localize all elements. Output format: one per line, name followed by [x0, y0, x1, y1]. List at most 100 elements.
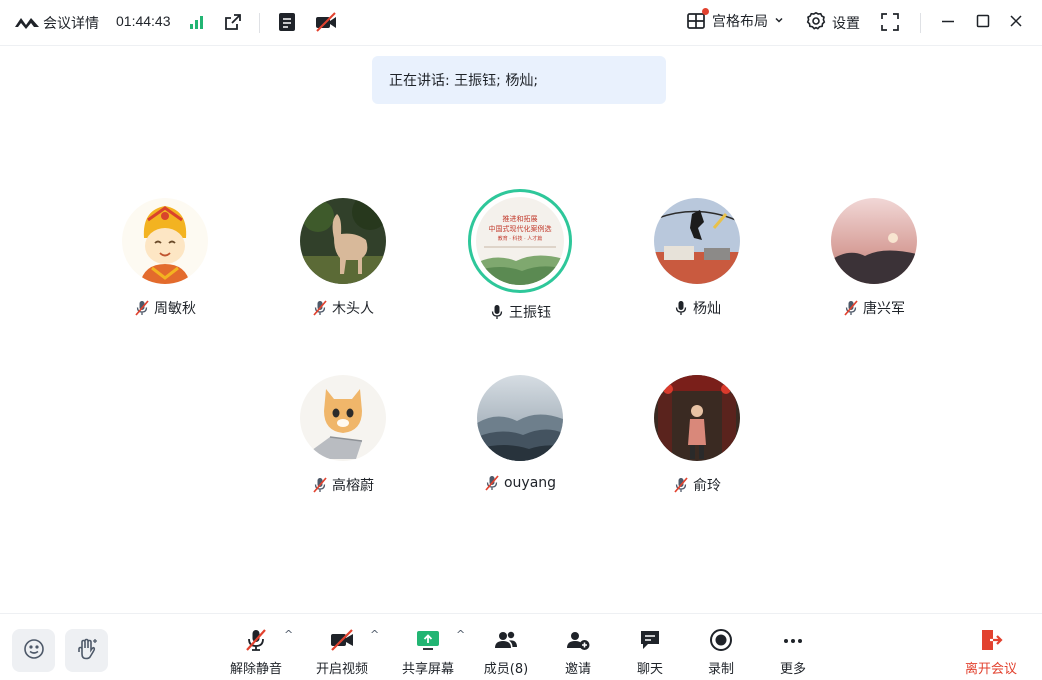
- members-icon: [493, 628, 519, 652]
- mic-muted-icon: [134, 300, 150, 316]
- participant-name: 周敏秋: [154, 301, 196, 317]
- notes-icon[interactable]: [278, 12, 296, 32]
- record-button[interactable]: 录制: [686, 628, 756, 677]
- share-screen-icon: [415, 628, 441, 652]
- participant-tile[interactable]: 俞玲: [617, 375, 777, 495]
- active-speakers-banner: 正在讲话: 王振钰; 杨灿;: [372, 56, 666, 104]
- share-options-caret-icon[interactable]: ^: [456, 628, 465, 641]
- mic-muted-icon: [484, 475, 500, 491]
- more-dots-icon: [781, 628, 805, 652]
- avatar-speaking: 推进和拓展 中国式现代化案例选 教育 · 科技 · 人才篇: [468, 189, 572, 293]
- participant-name: 俞玲: [693, 478, 721, 494]
- participant-name-row: 杨灿: [617, 298, 777, 318]
- invite-label: 邀请: [564, 662, 591, 677]
- participant-tile[interactable]: ouyang: [440, 375, 600, 491]
- mic-muted-icon: [312, 300, 328, 316]
- meeting-details-link[interactable]: 会议详情: [43, 13, 99, 33]
- avatar: [300, 198, 386, 284]
- record-label: 录制: [707, 662, 734, 677]
- mic-muted-icon: [843, 300, 859, 316]
- share-screen-button[interactable]: 共享屏幕: [393, 628, 463, 677]
- record-icon: [709, 628, 733, 652]
- meeting-timer: 01:44:43: [116, 13, 171, 29]
- share-screen-label: 共享屏幕: [401, 662, 454, 677]
- mic-muted-icon: [673, 477, 689, 493]
- chevron-down-icon: [774, 13, 784, 29]
- mic-muted-icon: [244, 628, 268, 652]
- app-logo-icon: [14, 12, 40, 32]
- mic-on-icon: [673, 300, 689, 316]
- raise-hand-icon: [75, 637, 99, 665]
- reaction-button[interactable]: [12, 629, 55, 672]
- poster-line-2: 中国式现代化案例选: [489, 224, 552, 233]
- leave-meeting-label: 离开会议: [964, 662, 1017, 677]
- participant-name: 高榕蔚: [332, 478, 374, 494]
- chat-label: 聊天: [636, 662, 663, 677]
- start-video-label: 开启视频: [315, 662, 368, 677]
- participant-tile[interactable]: 杨灿: [617, 198, 777, 318]
- members-label: 成员(8): [483, 662, 529, 677]
- maximize-icon[interactable]: [975, 13, 991, 29]
- fullscreen-icon[interactable]: [880, 12, 900, 32]
- poster-line-3: 教育 · 科技 · 人才篇: [498, 235, 543, 242]
- network-signal-icon[interactable]: [189, 14, 205, 30]
- camera-off-icon[interactable]: [314, 11, 338, 33]
- avatar: [654, 375, 740, 461]
- toolbar-divider: [259, 13, 260, 33]
- avatar: [654, 198, 740, 284]
- participant-name: 杨灿: [693, 301, 721, 317]
- unmute-label: 解除静音: [229, 662, 282, 677]
- grid-layout-label: 宫格布局: [712, 14, 768, 30]
- camera-off-icon: [329, 628, 355, 652]
- participant-name: ouyang: [503, 475, 557, 491]
- external-open-icon[interactable]: [223, 12, 243, 32]
- chat-icon: [638, 628, 662, 652]
- more-button[interactable]: 更多: [758, 628, 828, 677]
- settings-button[interactable]: 设置: [806, 11, 860, 35]
- participant-name-row: ouyang: [440, 475, 600, 491]
- participant-name: 王振钰: [509, 305, 551, 321]
- title-bar: 会议详情 01:44:43 宫格布局 设置: [0, 0, 1042, 46]
- participant-tile[interactable]: 周敏秋: [85, 198, 245, 318]
- unmute-button[interactable]: 解除静音: [221, 628, 291, 677]
- grid-layout-button[interactable]: 宫格布局: [686, 8, 784, 31]
- avatar: [300, 375, 386, 461]
- members-button[interactable]: 成员(8): [471, 628, 541, 677]
- participant-name-row: 高榕蔚: [263, 475, 423, 495]
- participant-tile[interactable]: 木头人: [263, 198, 423, 318]
- add-user-icon: [565, 628, 591, 652]
- start-video-button[interactable]: 开启视频: [307, 628, 377, 677]
- participant-tile-speaking[interactable]: 推进和拓展 中国式现代化案例选 教育 · 科技 · 人才篇 王振钰: [440, 189, 600, 322]
- avatar: [477, 375, 563, 461]
- participant-tile[interactable]: 唐兴军: [794, 198, 954, 318]
- participant-name: 唐兴军: [863, 301, 905, 317]
- smiley-icon: [23, 638, 45, 664]
- raise-hand-button[interactable]: [65, 629, 108, 672]
- participant-name-row: 周敏秋: [85, 298, 245, 318]
- avatar: [831, 198, 917, 284]
- video-options-caret-icon[interactable]: ^: [370, 628, 379, 641]
- exit-icon: [978, 628, 1004, 652]
- participant-name-row: 俞玲: [617, 475, 777, 495]
- leave-meeting-button[interactable]: 离开会议: [956, 628, 1026, 677]
- window-controls-divider: [920, 13, 921, 33]
- mic-on-icon: [489, 304, 505, 320]
- participant-name-row: 王振钰: [440, 302, 600, 322]
- minimize-icon[interactable]: [940, 13, 956, 29]
- more-label: 更多: [779, 662, 806, 677]
- close-icon[interactable]: [1008, 13, 1024, 29]
- audio-options-caret-icon[interactable]: ^: [284, 628, 293, 641]
- participant-name: 木头人: [332, 301, 374, 317]
- participant-tile[interactable]: 高榕蔚: [263, 375, 423, 495]
- meeting-toolbar: 解除静音 ^ 开启视频 ^ 共享屏幕 ^ 成员(8) 邀请 聊天 录制 更多 离…: [0, 613, 1042, 680]
- participant-name-row: 木头人: [263, 298, 423, 318]
- gear-icon: [806, 11, 826, 35]
- grid-layout-icon: [686, 8, 709, 31]
- invite-button[interactable]: 邀请: [543, 628, 613, 677]
- mic-muted-icon: [312, 477, 328, 493]
- avatar: [122, 198, 208, 284]
- settings-label: 设置: [832, 16, 860, 32]
- chat-button[interactable]: 聊天: [615, 628, 685, 677]
- poster-line-1: 推进和拓展: [503, 214, 538, 223]
- participant-name-row: 唐兴军: [794, 298, 954, 318]
